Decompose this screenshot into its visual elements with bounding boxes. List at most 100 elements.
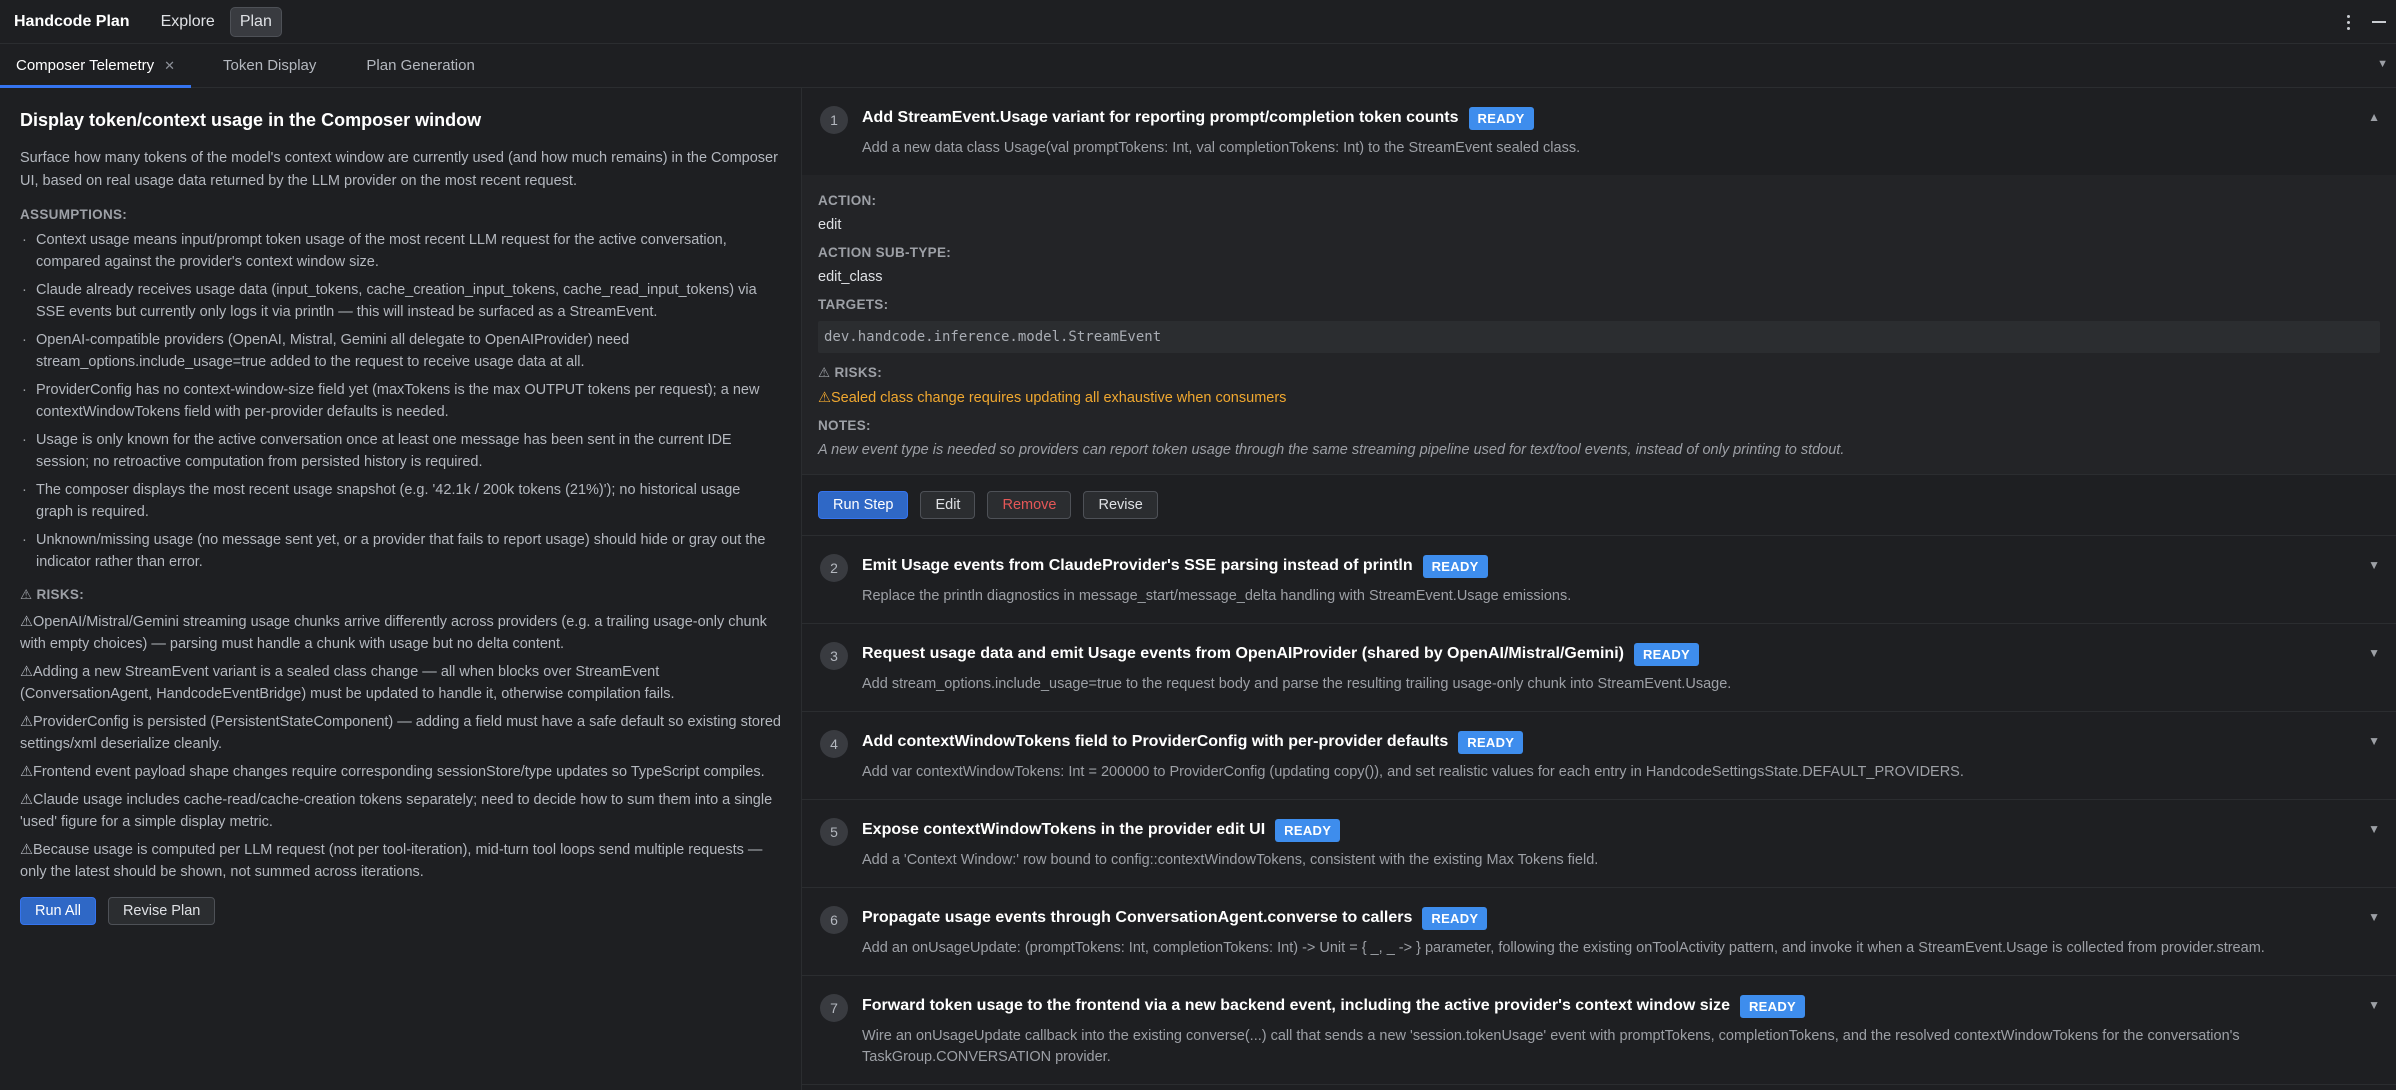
notes-label: NOTES: (818, 418, 871, 433)
list-item: Unknown/missing usage (no message sent y… (20, 530, 781, 573)
step-header[interactable]: 3 Request usage data and emit Usage even… (802, 624, 2396, 711)
step-title: Add contextWindowTokens field to Provide… (862, 733, 1449, 750)
tab-token-display[interactable]: Token Display (191, 44, 332, 87)
notes-value: A new event type is needed so providers … (818, 442, 1845, 458)
step-number: 5 (820, 818, 848, 846)
list-item: ⚠Claude usage includes cache-read/cache-… (20, 792, 773, 830)
plan-overview-panel: Display token/context usage in the Compo… (0, 88, 802, 1090)
list-item: ⚠Frontend event payload shape changes re… (20, 764, 765, 780)
remove-button[interactable]: Remove (987, 491, 1072, 519)
status-badge: READY (1275, 818, 1341, 842)
step-number: 4 (820, 730, 848, 758)
chevron-down-icon[interactable]: ▼ (2368, 910, 2380, 924)
step-number: 6 (820, 906, 848, 934)
list-item: ⚠OpenAI/Mistral/Gemini streaming usage c… (20, 614, 767, 652)
window-controls (2343, 0, 2386, 44)
list-item: ProviderConfig has no context-window-siz… (20, 380, 781, 423)
steps-panel: 1 Add StreamEvent.Usage variant for repo… (802, 88, 2396, 1090)
step-2: 2 Emit Usage events from ClaudeProvider'… (802, 536, 2396, 624)
chevron-down-icon[interactable]: ▼ (2368, 734, 2380, 748)
edit-button[interactable]: Edit (920, 491, 976, 519)
run-all-button[interactable]: Run All (20, 897, 96, 925)
action-label: ACTION: (818, 193, 877, 208)
action-subtype-value: edit_class (818, 269, 883, 285)
chevron-down-icon[interactable]: ▼ (2368, 822, 2380, 836)
revise-button[interactable]: Revise (1083, 491, 1158, 519)
step-header[interactable]: 6 Propagate usage events through Convers… (802, 888, 2396, 975)
status-badge: READY (1739, 994, 1805, 1018)
list-item: ⚠Adding a new StreamEvent variant is a s… (20, 664, 675, 702)
minimize-icon[interactable] (2372, 21, 2386, 23)
assumptions-heading: ASSUMPTIONS: (20, 207, 128, 222)
step-header[interactable]: 7 Forward token usage to the frontend vi… (802, 976, 2396, 1084)
step-header[interactable]: 1 Add StreamEvent.Usage variant for repo… (802, 88, 2396, 175)
step-header[interactable]: 4 Add contextWindowTokens field to Provi… (802, 712, 2396, 799)
chevron-down-icon[interactable]: ▼ (2368, 646, 2380, 660)
targets-label: TARGETS: (818, 297, 889, 312)
step-description: Replace the println diagnostics in messa… (862, 588, 1572, 604)
list-item: Context usage means input/prompt token u… (20, 230, 781, 273)
action-value: edit (818, 217, 842, 233)
status-badge: READY (1422, 554, 1488, 578)
step-title: Request usage data and emit Usage events… (862, 645, 1624, 662)
chevron-up-icon[interactable]: ▲ (2368, 110, 2380, 124)
step-number: 3 (820, 642, 848, 670)
step-title: Forward token usage to the frontend via … (862, 997, 1730, 1014)
action-subtype-label: ACTION SUB-TYPE: (818, 245, 952, 260)
step-description: Add stream_options.include_usage=true to… (862, 676, 1732, 692)
plan-summary: Surface how many tokens of the model's c… (20, 150, 778, 189)
list-item: The composer displays the most recent us… (20, 480, 781, 523)
assumptions-list: Context usage means input/prompt token u… (20, 230, 781, 573)
tab-label: Token Display (223, 57, 317, 74)
step-1: 1 Add StreamEvent.Usage variant for repo… (802, 88, 2396, 536)
tab-bar: Composer Telemetry ✕ Token Display Plan … (0, 44, 2396, 88)
tab-close-icon[interactable]: ✕ (164, 58, 175, 74)
step-6: 6 Propagate usage events through Convers… (802, 888, 2396, 976)
status-badge: READY (1633, 642, 1699, 666)
app-title: Handcode Plan (14, 12, 130, 30)
step-header[interactable]: 5 Expose contextWindowTokens in the prov… (802, 800, 2396, 887)
revise-plan-button[interactable]: Revise Plan (107, 897, 216, 925)
step-4: 4 Add contextWindowTokens field to Provi… (802, 712, 2396, 800)
nav-plan[interactable]: Plan (229, 6, 282, 37)
step-number: 7 (820, 994, 848, 1022)
step-actions: Run Step Edit Remove Revise (802, 474, 2396, 535)
step-number: 1 (820, 106, 848, 134)
tab-composer-telemetry[interactable]: Composer Telemetry ✕ (0, 44, 192, 88)
list-item: OpenAI-compatible providers (OpenAI, Mis… (20, 330, 781, 373)
top-bar: Handcode Plan Explore Plan (0, 0, 2396, 44)
list-item: ⚠Because usage is computed per LLM reque… (20, 842, 763, 880)
step-number: 2 (820, 554, 848, 582)
tab-label: Plan Generation (366, 57, 475, 74)
step-title: Propagate usage events through Conversat… (862, 909, 1413, 926)
main-content: Display token/context usage in the Compo… (0, 88, 2396, 1090)
plan-actions: Run All Revise Plan (20, 897, 781, 925)
more-options-icon[interactable] (2343, 11, 2354, 34)
risks-heading: ⚠ RISKS: (20, 587, 85, 602)
step-description: Add an onUsageUpdate: (promptTokens: Int… (862, 940, 2265, 956)
run-step-button[interactable]: Run Step (818, 491, 909, 519)
chevron-down-icon[interactable]: ▼ (2368, 998, 2380, 1012)
chevron-down-icon[interactable]: ▼ (2377, 58, 2388, 70)
step-description: Add a 'Context Window:' row bound to con… (862, 852, 1599, 868)
tab-label: Composer Telemetry (16, 57, 155, 74)
chevron-down-icon[interactable]: ▼ (2368, 558, 2380, 572)
status-badge: READY (1422, 906, 1488, 930)
list-item: Claude already receives usage data (inpu… (20, 280, 781, 323)
step-header[interactable]: 2 Emit Usage events from ClaudeProvider'… (802, 536, 2396, 623)
plan-title: Display token/context usage in the Compo… (20, 110, 482, 130)
step-7: 7 Forward token usage to the frontend vi… (802, 976, 2396, 1085)
step-risks-label: ⚠ RISKS: (818, 365, 883, 380)
list-item: ⚠ProviderConfig is persisted (Persistent… (20, 714, 781, 752)
status-badge: READY (1458, 730, 1524, 754)
step-detail: ACTION: edit ACTION SUB-TYPE: edit_class… (802, 175, 2396, 474)
step-title: Add StreamEvent.Usage variant for report… (862, 109, 1459, 126)
step-5: 5 Expose contextWindowTokens in the prov… (802, 800, 2396, 888)
step-title: Emit Usage events from ClaudeProvider's … (862, 557, 1413, 574)
step-3: 3 Request usage data and emit Usage even… (802, 624, 2396, 712)
nav-explore[interactable]: Explore (152, 8, 224, 36)
step-risk-value: ⚠Sealed class change requires updating a… (818, 390, 1287, 406)
tab-plan-generation[interactable]: Plan Generation (332, 44, 490, 87)
step-description: Wire an onUsageUpdate callback into the … (862, 1028, 2240, 1065)
step-title: Expose contextWindowTokens in the provid… (862, 821, 1266, 838)
